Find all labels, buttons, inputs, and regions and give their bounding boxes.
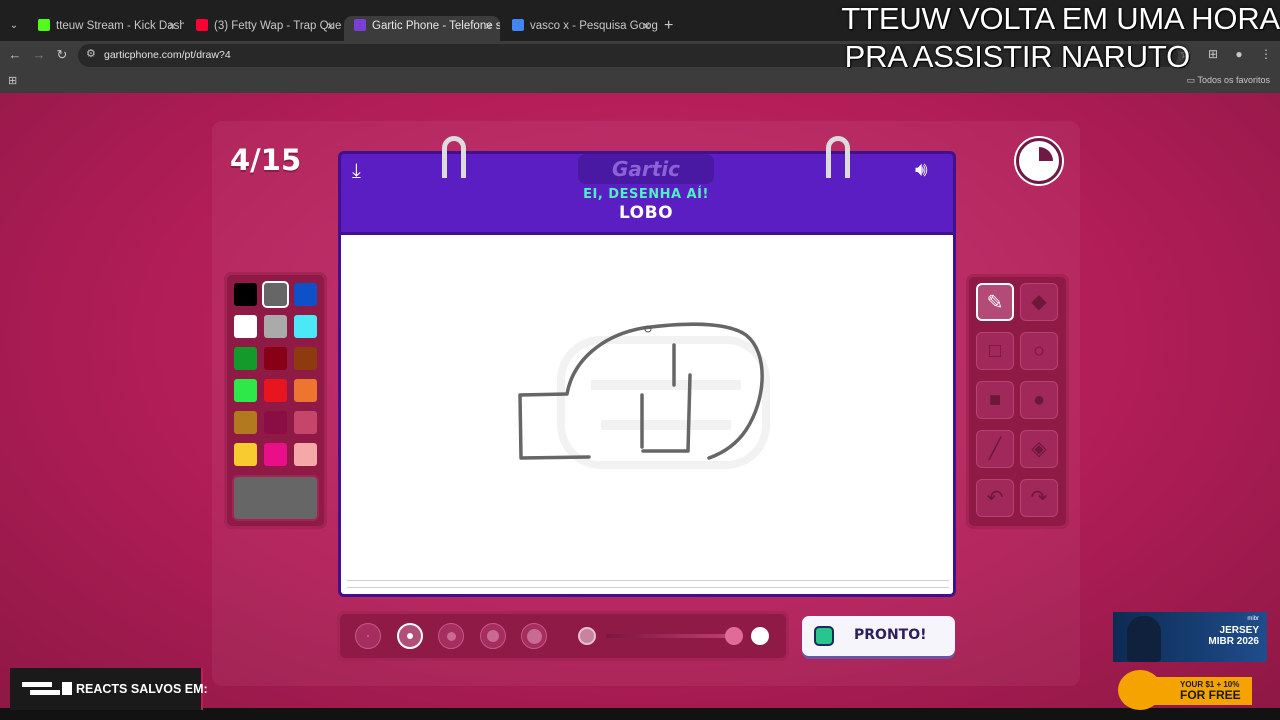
browser-tab[interactable]: (3) Fetty Wap - Trap Queen (Off× [186,16,342,41]
rectangle-fill-tool-icon[interactable]: ■ [976,381,1014,419]
round-counter: 4/15 [230,143,302,177]
tab-title: Gartic Phone - Telefone sem fio [372,20,500,32]
color-swatch[interactable] [294,347,317,370]
channel-logo-icon [22,682,72,695]
brush-size-dot [446,631,456,641]
color-swatch[interactable] [264,315,287,338]
bonus-logo-icon [1118,670,1162,710]
ellipse-outline-tool-icon[interactable]: ○ [1020,332,1058,370]
opacity-handle[interactable] [725,627,743,645]
reacts-label: REACTS SALVOS EM: [76,682,208,696]
forward-icon[interactable]: → [30,46,48,64]
color-swatch[interactable] [264,379,287,402]
done-button[interactable]: PRONTO! [802,616,955,656]
ellipse-fill-tool-icon[interactable]: ● [1020,381,1058,419]
color-swatch[interactable] [294,283,317,306]
new-tab-icon[interactable]: + [664,17,673,35]
reacts-banner: REACTS SALVOS EM: [10,668,208,710]
timer-elapsed-wedge [1039,147,1053,161]
reload-icon[interactable]: ↻ [53,46,71,64]
brush-size-button[interactable] [438,623,464,649]
fill-bucket-tool-icon[interactable]: ◈ [1020,430,1058,468]
volume-icon[interactable]: 🔊︎ [915,159,928,181]
download-icon[interactable]: ⤓ [352,160,361,182]
stream-overlay-message: TTEUW VOLTA EM UMA HORA PRA ASSISTIR NAR… [800,0,1280,76]
eraser-tool-icon[interactable]: ◆ [1020,283,1058,321]
brush-size-dot [526,628,542,644]
color-swatch[interactable] [234,283,257,306]
brush-size-button[interactable] [521,623,547,649]
tab-close-icon[interactable]: × [327,16,334,37]
color-palette [224,272,327,529]
drawing-canvas[interactable] [338,235,956,597]
site-info-icon[interactable]: ⚙ [86,47,96,60]
line-tool-icon[interactable]: ╱ [976,430,1014,468]
color-swatch[interactable] [234,411,257,434]
brush-size-dot [486,630,499,642]
color-swatch[interactable] [234,347,257,370]
color-swatch[interactable] [294,379,317,402]
color-swatch[interactable] [294,315,317,338]
opacity-track[interactable] [606,634,734,638]
overlay-line-2: PRA ASSISTIR NARUTO [844,39,1191,74]
redo-icon[interactable]: ↷ [1020,479,1058,517]
word-to-draw: LOBO [618,203,674,223]
notepad-page-edge [347,580,949,588]
color-swatch[interactable] [234,443,257,466]
color-swatch[interactable] [264,347,287,370]
tab-close-icon[interactable]: × [485,16,492,37]
browser-tab[interactable]: Gartic Phone - Telefone sem fio× [344,16,500,41]
tab-favicon-icon [354,19,366,31]
tab-title: vasco x - Pesquisa Google [530,20,658,32]
timer-icon [1016,138,1062,184]
color-swatch[interactable] [264,411,287,434]
tab-close-icon[interactable]: × [643,16,650,37]
browser-tab[interactable]: vasco x - Pesquisa Google × [502,16,658,41]
tab-title: tteuw Stream - Kick Dashboard [56,20,184,32]
folder-icon: ▭ [1186,75,1196,85]
draw-instruction: EI, DESENHA AÍ! [583,187,709,202]
overlay-line-1: TTEUW VOLTA EM UMA HORA [841,1,1280,36]
tab-close-icon[interactable]: × [169,16,176,37]
all-favorites-link[interactable]: ▭ Todos os favoritos [1187,75,1270,86]
brush-size-button[interactable] [355,623,381,649]
binder-ring [442,136,466,178]
brush-size-button[interactable] [479,623,506,649]
brush-size-dot [406,633,413,639]
opacity-slider[interactable] [566,617,788,655]
color-swatch[interactable] [234,315,257,338]
current-color-preview[interactable] [234,477,317,519]
color-swatch[interactable] [234,379,257,402]
tab-favicon-icon [196,19,208,31]
tool-panel: ✎ ◆ □ ○ ■ ● ╱ ◈ ↶ ↷ [966,274,1069,529]
tab-title: (3) Fetty Wap - Trap Queen (Off [214,20,342,32]
color-swatch[interactable] [294,411,317,434]
binder-ring [826,136,850,178]
pencil-tool-icon[interactable]: ✎ [976,283,1014,321]
undo-icon[interactable]: ↶ [976,479,1014,517]
free-bonus-ad[interactable]: YOUR $1 + 10% FOR FREE [1118,670,1253,710]
color-swatch[interactable] [264,443,287,466]
tab-search-icon[interactable]: ⌄ [6,18,22,34]
back-icon[interactable]: ← [6,46,24,64]
gartic-phone-watermark [557,336,770,469]
rectangle-outline-tool-icon[interactable]: □ [976,332,1014,370]
opacity-max-knob[interactable] [751,627,769,645]
player-photo [1127,616,1161,662]
opacity-min-knob[interactable] [578,627,596,645]
url-text: garticphone.com/pt/draw?4 [104,49,231,61]
brush-size-dot [367,635,369,637]
check-icon [814,626,834,646]
brush-size-button[interactable] [396,623,423,649]
color-swatch[interactable] [294,443,317,466]
apps-grid-icon[interactable]: ⊞ [8,74,17,87]
gartic-logo: Gartic [578,154,714,184]
tab-favicon-icon [512,19,524,31]
drawing-strokes [518,322,770,469]
tab-favicon-icon [38,19,50,31]
jersey-ad[interactable]: mibr JERSEY MIBR 2026 [1113,612,1267,662]
color-swatch[interactable] [264,283,287,306]
browser-tab[interactable]: tteuw Stream - Kick Dashboard× [28,16,184,41]
